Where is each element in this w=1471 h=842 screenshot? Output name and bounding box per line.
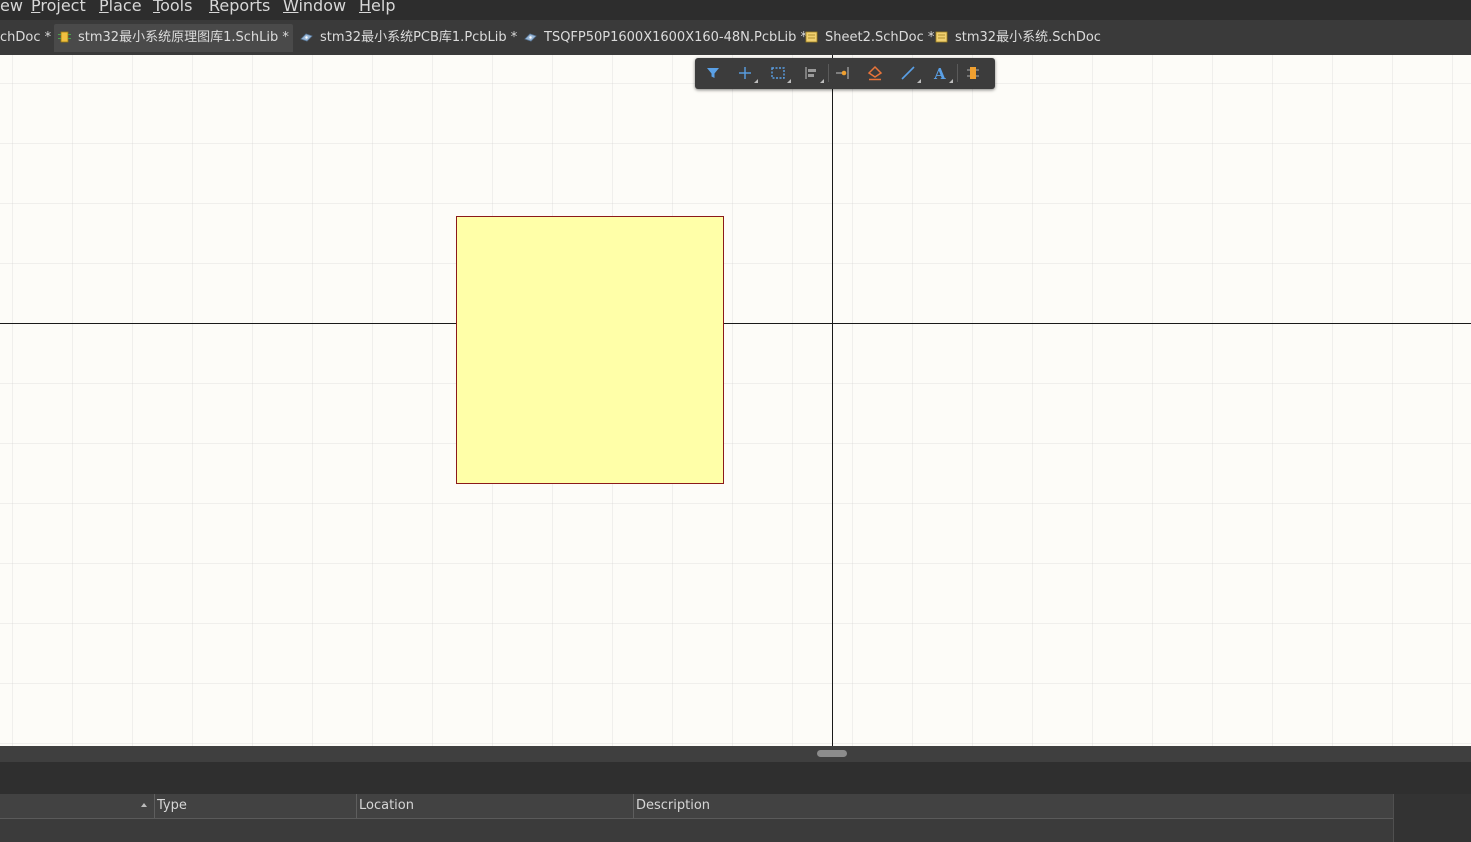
menu-tools-label: ools	[160, 0, 193, 15]
column-header-description[interactable]: Description	[633, 794, 1392, 818]
dropdown-corner-icon	[917, 79, 921, 83]
menu-place-accel: P	[99, 0, 109, 15]
toolbar-separator	[828, 64, 829, 82]
place-pin-button[interactable]	[831, 62, 857, 84]
text-icon: A	[933, 65, 946, 81]
tab-label: chDoc *	[0, 30, 52, 45]
menu-help-accel: H	[359, 0, 372, 15]
dropdown-corner-icon	[949, 79, 953, 83]
crosshair-icon	[739, 67, 751, 79]
tab-stm32-schdoc[interactable]: stm32最小系统.SchDoc	[931, 24, 1111, 52]
align-button[interactable]	[799, 62, 825, 84]
messages-table: Type Location Description	[0, 794, 1394, 842]
tab-pcblib-1[interactable]: stm32最小系统PCB库1.PcbLib *	[296, 24, 518, 52]
splitter-handle[interactable]	[817, 750, 847, 757]
ieee-symbol-button[interactable]	[863, 62, 889, 84]
menu-reports-accel: R	[209, 0, 220, 15]
tab-schlib-active[interactable]: stm32最小系统原理图库1.SchLib *	[54, 24, 293, 52]
svg-text:A: A	[933, 65, 946, 81]
menu-bar: ew Project Place Tools Reports Window He…	[0, 0, 1471, 20]
origin-axis-horizontal	[0, 323, 1471, 324]
tab-sheet2[interactable]: Sheet2.SchDoc *	[801, 24, 935, 52]
column-header-type[interactable]: Type	[154, 794, 357, 818]
panel-side-area	[1394, 794, 1471, 842]
tab-label: TSQFP50P1600X1600X160-48N.PcbLib *	[544, 30, 807, 45]
menu-view[interactable]: ew	[0, 0, 23, 15]
pcblib-icon	[524, 33, 537, 42]
place-line-button[interactable]	[896, 62, 922, 84]
schematic-editor-canvas[interactable]	[0, 55, 1471, 746]
line-icon	[901, 66, 915, 80]
column-label: Location	[359, 798, 414, 813]
tab-schdoc-partial[interactable]: chDoc *	[0, 24, 52, 52]
panel-splitter[interactable]	[0, 746, 1471, 762]
dropdown-corner-icon	[787, 79, 791, 83]
place-text-button[interactable]: A	[928, 62, 954, 84]
bottom-panel: Type Location Description	[0, 762, 1471, 842]
menu-place[interactable]: Place	[99, 0, 142, 15]
active-bar-toolbar: A	[695, 58, 995, 89]
select-button[interactable]	[733, 62, 759, 84]
tab-label: stm32最小系统PCB库1.PcbLib *	[320, 30, 518, 45]
schdoc-icon	[935, 31, 948, 43]
document-tab-bar: chDoc * stm32最小系统原理图库1.SchLib * stm32最小系…	[0, 20, 1471, 55]
selection-rect-icon	[771, 67, 785, 79]
menu-window[interactable]: Window	[283, 0, 346, 15]
toolbar-separator	[957, 64, 958, 82]
tab-pcblib-2[interactable]: TSQFP50P1600X1600X160-48N.PcbLib *	[520, 24, 807, 52]
menu-window-label: indow	[298, 0, 347, 15]
menu-help[interactable]: Help	[359, 0, 395, 15]
column-header-location[interactable]: Location	[356, 794, 634, 818]
tab-label: Sheet2.SchDoc *	[825, 30, 935, 45]
origin-axis-vertical	[832, 55, 833, 746]
menu-reports-label: eports	[219, 0, 271, 15]
menu-project-accel: P	[31, 0, 41, 15]
component-body-rectangle[interactable]	[456, 216, 724, 484]
tab-label: stm32最小系统原理图库1.SchLib *	[78, 30, 289, 45]
dropdown-corner-icon	[754, 79, 758, 83]
place-pin-icon	[836, 67, 849, 79]
part-icon	[967, 67, 979, 79]
menu-help-label: elp	[371, 0, 396, 15]
schlib-icon	[58, 31, 71, 43]
column-label: Type	[157, 798, 187, 813]
select-area-button[interactable]	[766, 62, 792, 84]
menu-reports[interactable]: Reports	[209, 0, 270, 15]
menu-tools[interactable]: Tools	[153, 0, 192, 15]
menu-project[interactable]: Project	[31, 0, 86, 15]
tab-label: stm32最小系统.SchDoc	[955, 30, 1101, 45]
pcblib-icon	[300, 33, 313, 42]
schdoc-icon	[805, 31, 818, 43]
menu-view-label: ew	[0, 0, 23, 15]
menu-project-label: roject	[40, 0, 86, 15]
ieee-symbol-icon	[867, 65, 883, 81]
menu-tools-accel: T	[153, 0, 161, 15]
menu-place-label: lace	[108, 0, 142, 15]
table-header: Type Location Description	[0, 794, 1393, 819]
filter-icon	[707, 68, 719, 78]
sort-ascending-icon[interactable]	[141, 803, 147, 807]
align-icon	[805, 67, 816, 79]
menu-window-accel: W	[283, 0, 299, 15]
filter-button[interactable]	[701, 62, 727, 84]
add-part-button[interactable]	[961, 62, 987, 84]
dropdown-corner-icon	[820, 79, 824, 83]
column-label: Description	[636, 798, 711, 813]
